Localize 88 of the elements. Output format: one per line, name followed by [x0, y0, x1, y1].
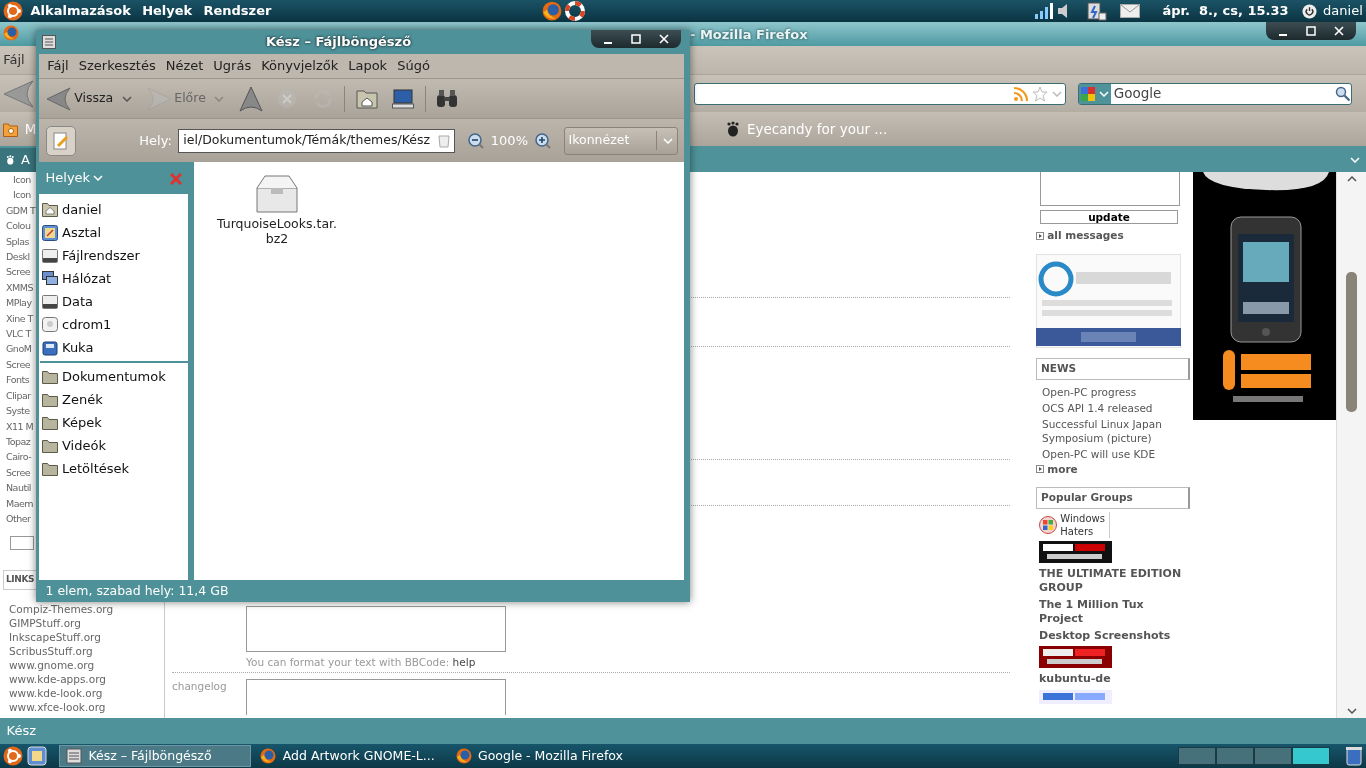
status-text: Kész [6, 722, 36, 741]
news-link[interactable]: Open-PC progress [1036, 383, 1190, 400]
menu-item[interactable]: Könyvjelzők [256, 56, 344, 76]
sidebar-link[interactable]: XMMS [6, 279, 33, 296]
clock[interactable]: ápr. 8., cs, 15.33 [1162, 1, 1289, 21]
back-button[interactable]: Vissza [42, 84, 136, 113]
places-dropdown[interactable]: Helyek [45, 168, 104, 188]
group-link[interactable]: THE ULTIMATE EDITION GROUP [1039, 566, 1190, 595]
sidebar-link[interactable]: X11 M [6, 418, 34, 434]
update-button[interactable]: update [1040, 210, 1178, 224]
place-item[interactable]: Data [39, 290, 188, 313]
external-link[interactable]: ScribusStuff.org [9, 643, 93, 658]
group-link[interactable]: kubuntu-de [1039, 671, 1190, 686]
groups-heading: Popular Groups [1036, 487, 1190, 509]
sidebar-link[interactable]: Nautil [6, 480, 31, 496]
search-field[interactable]: Google [1078, 82, 1353, 105]
zoom-level: 100% [490, 131, 528, 150]
all-messages-link[interactable]: all messages [1036, 228, 1190, 244]
location-field[interactable]: iel/Dokumentumok/Témák/themes/Kész [178, 128, 456, 153]
external-link[interactable]: InkscapeStuff.org [9, 629, 101, 644]
taskbar-item[interactable]: Google - Mozilla Firefox [449, 745, 642, 767]
sidebar-link[interactable]: Fonts [6, 372, 30, 388]
format-hint: You can format your text with BBCode: help [246, 655, 477, 670]
sidebar-link[interactable]: VLC T [6, 326, 31, 342]
sidebar-link[interactable]: MPlay [6, 295, 32, 311]
panel-menu[interactable]: Alkalmazások [26, 1, 135, 21]
more-link[interactable]: more [1036, 461, 1190, 478]
sidebar-link[interactable]: Deskl [6, 249, 30, 265]
external-link[interactable]: Compiz-Themes.org [9, 601, 114, 616]
sidebar-link[interactable]: Clipar [6, 387, 31, 404]
taskbar-item[interactable]: Kész – Fájlböngésző [59, 745, 251, 767]
menu-item[interactable]: Szerkesztés [73, 56, 161, 76]
sidebar-link[interactable]: Scree [6, 264, 31, 280]
file-item[interactable]: TurquoiseLooks.tar.bz2 [214, 174, 340, 246]
panel-menu[interactable]: Rendszer [199, 1, 276, 21]
external-link[interactable]: www.kde-apps.org [9, 671, 106, 686]
external-link[interactable]: www.xfce-look.org [9, 699, 106, 714]
menu-item[interactable]: Nézet [160, 56, 209, 76]
external-link[interactable]: www.gnome.org [9, 657, 95, 672]
bookmark-item[interactable]: Dokumentumok [39, 365, 188, 388]
sidebar-link[interactable]: Syste [6, 403, 30, 419]
sidebar-link[interactable]: Colou [6, 218, 31, 234]
sidebar-link[interactable]: GDM T [6, 202, 36, 219]
news-link[interactable]: Open-PC will use KDE [1036, 445, 1190, 462]
menu-item[interactable]: Fájl [3, 50, 25, 70]
external-link[interactable]: GIMPStuff.org [9, 615, 81, 630]
bookmark-item[interactable]: Letöltések [39, 457, 188, 480]
sidebar-link[interactable]: Splas [6, 233, 29, 250]
user-name[interactable]: daniel [1323, 1, 1363, 21]
news-heading: NEWS [1036, 357, 1190, 380]
sidebar-link[interactable]: Scree [6, 356, 31, 373]
menu-item[interactable]: Fájl [42, 56, 74, 76]
place-item[interactable]: Hálózat [39, 267, 188, 290]
news-link[interactable]: OCS API 1.4 released [1036, 399, 1190, 416]
place-item[interactable]: Asztal [39, 221, 188, 244]
external-link[interactable]: www.kde-look.org [9, 685, 103, 700]
window-title: Kész – Fájlböngésző [264, 33, 413, 52]
sidebar-link[interactable]: Xine T [6, 310, 33, 327]
window-title: - Mozilla Firefox [690, 26, 808, 44]
status-text: 1 elem, szabad hely: 11,4 GB [45, 581, 229, 600]
bookmark-item[interactable]: Képek [39, 411, 188, 434]
place-item[interactable]: Fájlrendszer [39, 244, 188, 267]
place-item[interactable]: Kuka [39, 336, 188, 359]
group-link[interactable]: Desktop Screenshots [1039, 629, 1190, 643]
place-item[interactable]: daniel [39, 198, 188, 221]
group-link[interactable]: The 1 Million Tux Project [1039, 597, 1190, 626]
news-link[interactable]: Successful Linux Japan Symposium (picture) [1036, 415, 1190, 446]
sidebar-link[interactable]: Topaz [6, 433, 31, 450]
group-link[interactable]: Windows Haters [1060, 512, 1111, 538]
help-link[interactable]: help [452, 656, 476, 668]
panel-menu[interactable]: Helyek [138, 1, 197, 21]
sidebar-link[interactable]: Scree [6, 464, 31, 481]
sidebar-link[interactable]: GnoM [6, 341, 32, 357]
sidebar-link[interactable]: Icon [13, 172, 31, 188]
bookmark-item[interactable]: Videók [39, 434, 188, 457]
menu-item[interactable]: Lapok [343, 56, 393, 76]
taskbar-item[interactable]: Add Artwork GNOME-L... [254, 745, 447, 767]
menu-item[interactable]: Ugrás [208, 56, 257, 76]
sidebar-link[interactable]: Maem [6, 495, 34, 511]
browser-tab[interactable]: A [0, 148, 36, 172]
field-label: changelog [172, 679, 228, 694]
bookmark-item[interactable]: Zenék [39, 388, 188, 411]
place-item[interactable]: cdrom1 [39, 313, 188, 336]
menu-item[interactable]: Súgó [392, 56, 435, 76]
sidebar-link[interactable]: Other [6, 510, 31, 527]
location-label: Hely: [139, 131, 172, 150]
sidebar-link[interactable]: Icon [13, 187, 31, 203]
sidebar-link[interactable]: Cairo- [6, 449, 32, 465]
